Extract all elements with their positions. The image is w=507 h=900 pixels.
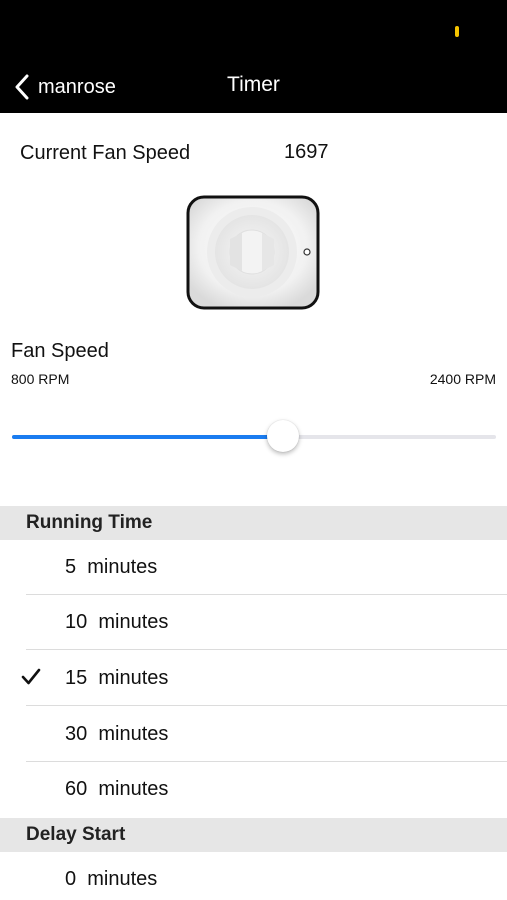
fan-speed-slider[interactable] bbox=[12, 420, 496, 454]
current-fan-speed-label: Current Fan Speed bbox=[20, 142, 191, 164]
option-label: 0 minutes bbox=[65, 868, 158, 890]
option-label: 15 minutes bbox=[65, 667, 169, 689]
option-label: 30 minutes bbox=[65, 723, 169, 745]
running-time-option-selected[interactable]: 15 minutes bbox=[0, 651, 507, 706]
fan-speed-max-label: 2400 RPM bbox=[429, 371, 496, 387]
running-time-option[interactable]: 5 minutes bbox=[0, 540, 507, 595]
running-time-option[interactable]: 60 minutes bbox=[0, 762, 507, 817]
current-fan-speed-value: 1697 bbox=[284, 141, 329, 163]
option-label: 5 minutes bbox=[65, 556, 158, 578]
divider bbox=[26, 649, 507, 650]
option-label: 10 minutes bbox=[65, 611, 169, 633]
navigation-bar: manrose Timer bbox=[0, 0, 507, 113]
slider-fill bbox=[12, 435, 284, 439]
divider bbox=[26, 705, 507, 706]
fan-speed-min-label: 800 RPM bbox=[11, 371, 70, 387]
page-title: Timer bbox=[227, 73, 280, 96]
running-time-header: Running Time bbox=[0, 506, 507, 540]
fan-icon bbox=[186, 195, 320, 310]
delay-start-option[interactable]: 0 minutes bbox=[0, 852, 507, 900]
running-time-header-label: Running Time bbox=[26, 512, 153, 533]
running-time-option[interactable]: 10 minutes bbox=[0, 595, 507, 650]
delay-start-header-label: Delay Start bbox=[26, 824, 126, 845]
option-label: 60 minutes bbox=[65, 778, 169, 800]
fan-speed-label: Fan Speed bbox=[11, 340, 109, 362]
running-time-option[interactable]: 30 minutes bbox=[0, 707, 507, 762]
timer-screen: manrose Timer Current Fan Speed 1697 Fan… bbox=[0, 0, 507, 900]
status-indicator bbox=[455, 26, 459, 37]
checkmark-icon bbox=[21, 668, 41, 685]
delay-start-header: Delay Start bbox=[0, 818, 507, 852]
slider-thumb[interactable] bbox=[267, 420, 300, 452]
